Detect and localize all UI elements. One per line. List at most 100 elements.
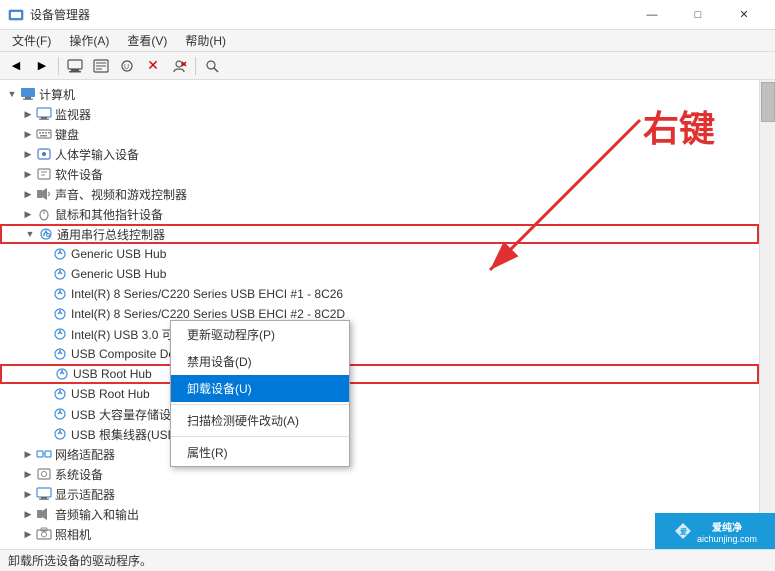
scrollbar[interactable] xyxy=(759,80,775,549)
keyboard-icon xyxy=(36,126,52,142)
tree-item-composite[interactable]: ▶ USB Composite Device xyxy=(0,344,759,364)
expand-software[interactable]: ▶ xyxy=(20,166,36,182)
context-disable[interactable]: 禁用设备(D) xyxy=(171,348,349,375)
usb-icon-cd xyxy=(52,346,68,362)
context-scan[interactable]: 扫描检测硬件改动(A) xyxy=(171,407,349,434)
scan-button[interactable] xyxy=(200,55,224,77)
annotation-text: 右键 xyxy=(643,100,715,152)
tree-label-computer: 计算机 xyxy=(39,86,75,103)
expand-usb[interactable]: ▼ xyxy=(22,226,38,242)
watermark: 爱 爱纯净 aichunjing.com xyxy=(655,513,775,549)
tree-item-intel-xhci[interactable]: ▶ Intel(R) USB 3.0 可扩展主机控制器 - 1.0 (Micro… xyxy=(0,324,759,344)
menu-help[interactable]: 帮助(H) xyxy=(177,30,234,51)
usb-icon-ie2 xyxy=(52,306,68,322)
expand-mouse[interactable]: ▶ xyxy=(20,206,36,222)
tree-item-usb-mass[interactable]: ▶ USB 大容量存储设备 xyxy=(0,404,759,424)
update-driver-button[interactable]: U xyxy=(115,55,139,77)
tree-label-software: 软件设备 xyxy=(55,166,103,183)
tree-label-monitor: 监视器 xyxy=(55,106,91,123)
tree-item-usb-root2[interactable]: ▶ USB Root Hub xyxy=(0,384,759,404)
tree-label-hid: 人体学输入设备 xyxy=(55,146,139,163)
forward-button[interactable]: ▶ xyxy=(30,55,54,77)
tree-label-gh2: Generic USB Hub xyxy=(71,267,166,281)
tree-item-system[interactable]: ▶ 系统设备 xyxy=(0,464,759,484)
menu-file[interactable]: 文件(F) xyxy=(4,30,59,51)
uninstall-button[interactable] xyxy=(167,55,191,77)
display-icon xyxy=(36,486,52,502)
tree-item-intel-ehci2[interactable]: ▶ Intel(R) 8 Series/C220 Series USB EHCI… xyxy=(0,304,759,324)
tree-item-generic-hub1[interactable]: ▶ Generic USB Hub xyxy=(0,244,759,264)
tree-item-mouse[interactable]: ▶ 鼠标和其他指针设备 xyxy=(0,204,759,224)
network-icon xyxy=(36,446,52,462)
hid-icon xyxy=(36,146,52,162)
watermark-line1: 爱纯净 xyxy=(697,519,757,534)
expand-ai[interactable]: ▶ xyxy=(20,506,36,522)
expand-icon[interactable]: ▼ xyxy=(4,86,20,102)
context-update-driver[interactable]: 更新驱动程序(P) xyxy=(171,321,349,348)
context-uninstall[interactable]: 卸载设备(U) xyxy=(171,375,349,402)
tree-label-display: 显示适配器 xyxy=(55,486,115,503)
tree-label-mouse: 鼠标和其他指针设备 xyxy=(55,206,163,223)
expand-hid[interactable]: ▶ xyxy=(20,146,36,162)
menu-view[interactable]: 查看(V) xyxy=(119,30,175,51)
usb-icon-gh2 xyxy=(52,266,68,282)
context-sep2 xyxy=(171,436,349,437)
tree-item-display[interactable]: ▶ 显示适配器 xyxy=(0,484,759,504)
status-bar: 卸载所选设备的驱动程序。 xyxy=(0,549,775,571)
audioinput-icon xyxy=(36,506,52,522)
scrollbar-thumb[interactable] xyxy=(761,82,775,122)
expand-monitor[interactable]: ▶ xyxy=(20,106,36,122)
tree-item-camera[interactable]: ▶ 照相机 xyxy=(0,524,759,544)
context-sep1 xyxy=(171,404,349,405)
expand-keyboard[interactable]: ▶ xyxy=(20,126,36,142)
svg-text:爱: 爱 xyxy=(680,527,687,536)
tree-label-gh1: Generic USB Hub xyxy=(71,247,166,261)
back-button[interactable]: ◀ xyxy=(4,55,28,77)
expand-sys[interactable]: ▶ xyxy=(20,466,36,482)
tree-label-audio: 声音、视频和游戏控制器 xyxy=(55,186,187,203)
tree-item-software[interactable]: ▶ 软件设备 xyxy=(0,164,759,184)
usb-icon-ix xyxy=(52,326,68,342)
system-icon xyxy=(36,466,52,482)
tree-item-usb-bus[interactable]: ▶ USB 根集线器(USB 3.0) xyxy=(0,424,759,444)
tree-label-ur2: USB Root Hub xyxy=(71,387,150,401)
title-bar: 设备管理器 — □ ✕ xyxy=(0,0,775,30)
tree-label-keyboard: 键盘 xyxy=(55,126,79,143)
usb-icon-um xyxy=(52,406,68,422)
tree-item-generic-hub2[interactable]: ▶ Generic USB Hub xyxy=(0,264,759,284)
expand-cam[interactable]: ▶ xyxy=(20,526,36,542)
menu-action[interactable]: 操作(A) xyxy=(61,30,117,51)
window-title: 设备管理器 xyxy=(30,6,90,23)
context-menu: 更新驱动程序(P) 禁用设备(D) 卸载设备(U) 扫描检测硬件改动(A) 属性… xyxy=(170,320,350,467)
software-icon xyxy=(36,166,52,182)
properties-button[interactable] xyxy=(89,55,113,77)
minimize-button[interactable]: — xyxy=(629,0,675,30)
watermark-icon: 爱 xyxy=(673,521,693,541)
computer-button[interactable] xyxy=(63,55,87,77)
context-properties[interactable]: 属性(R) xyxy=(171,439,349,466)
computer-icon xyxy=(20,86,36,102)
title-bar-left: 设备管理器 xyxy=(8,6,90,23)
tree-item-usb-root1[interactable]: ▶ USB Root Hub xyxy=(0,364,759,384)
audio-icon xyxy=(36,186,52,202)
usb-icon-ie1 xyxy=(52,286,68,302)
maximize-button[interactable]: □ xyxy=(675,0,721,30)
title-controls: — □ ✕ xyxy=(629,0,767,30)
tree-label-ie2: Intel(R) 8 Series/C220 Series USB EHCI #… xyxy=(71,307,345,321)
tree-item-network[interactable]: ▶ 网络适配器 xyxy=(0,444,759,464)
monitor-icon xyxy=(36,106,52,122)
tree-item-usb-ctrl[interactable]: ▼ 通用串行总线控制器 xyxy=(0,224,759,244)
tree-item-intel-ehci1[interactable]: ▶ Intel(R) 8 Series/C220 Series USB EHCI… xyxy=(0,284,759,304)
close-button[interactable]: ✕ xyxy=(721,0,767,30)
tree-label-network: 网络适配器 xyxy=(55,446,115,463)
expand-audio[interactable]: ▶ xyxy=(20,186,36,202)
tree-label-audioinput: 音频输入和输出 xyxy=(55,506,139,523)
usb-icon-ur2 xyxy=(52,386,68,402)
tree-label-ur1: USB Root Hub xyxy=(73,367,152,381)
expand-net[interactable]: ▶ xyxy=(20,446,36,462)
tree-item-audio[interactable]: ▶ 声音、视频和游戏控制器 xyxy=(0,184,759,204)
tree-item-audioinput[interactable]: ▶ 音频输入和输出 xyxy=(0,504,759,524)
tree-label-ie1: Intel(R) 8 Series/C220 Series USB EHCI #… xyxy=(71,287,343,301)
expand-disp[interactable]: ▶ xyxy=(20,486,36,502)
disable-button[interactable]: ✕ xyxy=(141,55,165,77)
